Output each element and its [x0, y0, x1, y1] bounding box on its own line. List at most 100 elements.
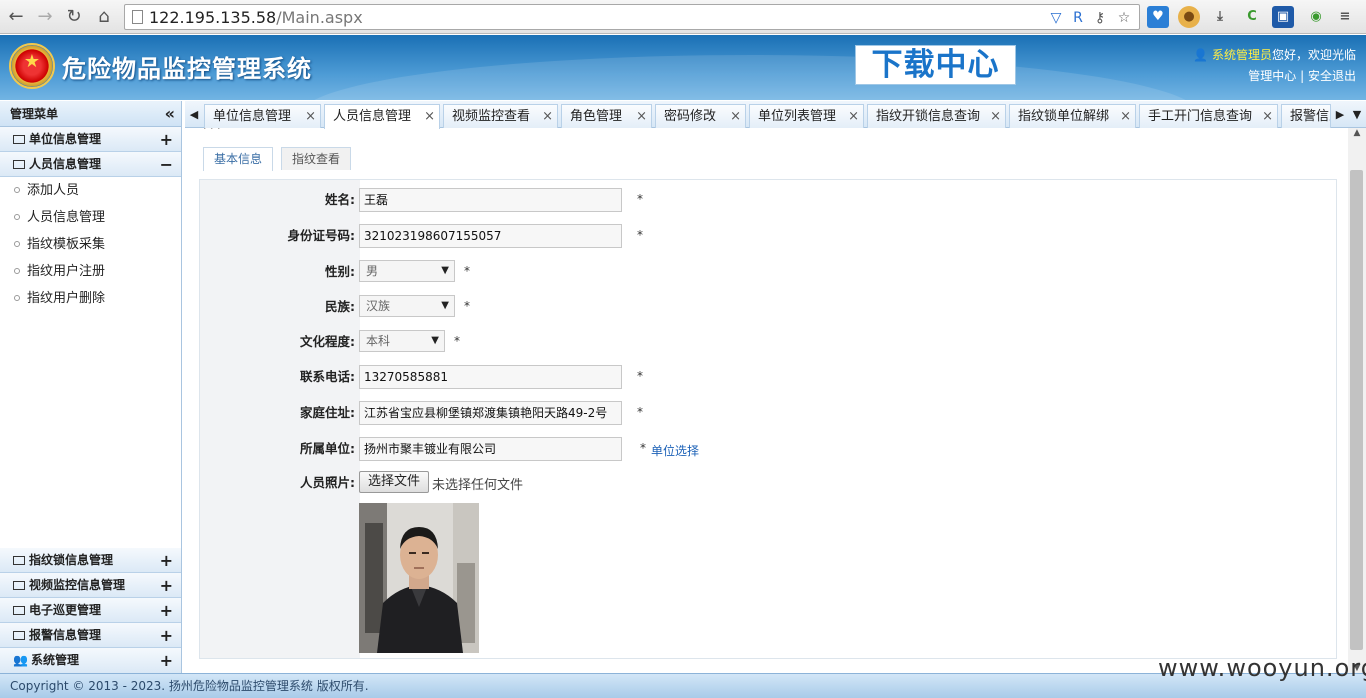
sidebar-section-video[interactable]: 视频监控信息管理 + — [0, 573, 181, 598]
home-icon[interactable]: ⌂ — [92, 5, 116, 29]
sidebar-section-fingerprint-lock[interactable]: 指纹锁信息管理 + — [0, 548, 181, 573]
admin-center-link[interactable]: 管理中心 — [1248, 69, 1296, 83]
sidebar-title: 管理菜单 « — [0, 101, 181, 127]
form-row-id: 身份证号码: 321023198607155057 * — [200, 224, 1200, 248]
tab-manual-open-query[interactable]: 手工开门信息查询 × — [1139, 104, 1278, 128]
required-mark: * — [464, 264, 470, 278]
tab-video-monitor[interactable]: 视频监控查看 × — [443, 104, 558, 128]
collapse-icon[interactable]: « — [165, 101, 175, 127]
forward-arrow-icon[interactable]: → — [33, 5, 57, 29]
reader-icon[interactable]: R — [1069, 9, 1087, 27]
unit-select-link[interactable]: 单位选择 — [651, 442, 699, 459]
close-icon[interactable]: × — [848, 105, 859, 128]
sidebar-item-fingerprint-delete[interactable]: 指纹用户删除 — [0, 285, 181, 312]
c-extension-icon[interactable]: C — [1241, 6, 1263, 28]
expand-icon[interactable]: + — [160, 573, 173, 598]
sidebar-item-personnel-info[interactable]: 人员信息管理 — [0, 204, 181, 231]
sidebar-item-fingerprint-template[interactable]: 指纹模板采集 — [0, 231, 181, 258]
scroll-up-icon[interactable]: ▲ — [1348, 128, 1366, 138]
person-photo-image — [359, 503, 479, 653]
bookmark-star-icon[interactable]: ☆ — [1115, 9, 1133, 27]
phone-input[interactable]: 13270585881 — [359, 365, 622, 389]
monitor-icon — [13, 581, 25, 590]
close-icon[interactable]: × — [1262, 105, 1273, 128]
scrollbar-thumb[interactable] — [1350, 170, 1363, 650]
close-icon[interactable]: × — [636, 105, 647, 128]
download-tray-icon[interactable]: ⤓ — [1209, 6, 1231, 28]
back-arrow-icon[interactable]: ← — [4, 5, 28, 29]
chevron-down-icon: ▼ — [441, 265, 449, 276]
tab-fingerprint-view[interactable]: 指纹查看 — [281, 147, 352, 170]
expand-icon[interactable]: + — [160, 548, 173, 573]
watermark: www.wooyun.org — [1158, 654, 1366, 682]
sidebar-item-fingerprint-register[interactable]: 指纹用户注册 — [0, 258, 181, 285]
person-form: 姓名: 王磊 * 身份证号码: 321023198607155057 * 性别:… — [199, 179, 1337, 659]
sidebar-section-alarm[interactable]: 报警信息管理 + — [0, 623, 181, 648]
tab-unit-list[interactable]: 单位列表管理 × — [749, 104, 864, 128]
sidebar-item-add-person[interactable]: 添加人员 — [0, 177, 181, 204]
app-header: ★ 危险物品监控管理系统 下载中心 👤 系统管理员您好，欢迎光临 管理中心 | … — [0, 35, 1366, 100]
required-mark: * — [637, 228, 643, 242]
collapse-section-icon[interactable]: − — [160, 152, 173, 177]
close-icon[interactable]: × — [730, 105, 741, 128]
form-row-unit: 所属单位: 扬州市聚丰镀业有限公司 * 单位选择 — [200, 437, 1200, 461]
tab-basic-info[interactable]: 基本信息 — [203, 147, 274, 171]
chevron-down-icon: ▼ — [441, 300, 449, 311]
download-center-button[interactable]: 下载中心 — [855, 45, 1016, 85]
address-bar[interactable]: 122.195.135.58/Main.aspx ▽ R ⚷ ☆ — [124, 4, 1140, 30]
menu-icon[interactable]: ≡ — [1334, 6, 1356, 28]
close-icon[interactable]: × — [305, 105, 316, 128]
expand-icon[interactable]: + — [160, 623, 173, 648]
shield-icon[interactable]: ▽ — [1047, 9, 1065, 27]
expand-icon[interactable]: + — [160, 648, 173, 673]
tab-scroll-left-icon[interactable]: ◀ — [185, 101, 203, 128]
tab-role-management[interactable]: 角色管理 × — [561, 104, 652, 128]
cookie-icon[interactable]: ● — [1178, 6, 1200, 28]
tab-list-dropdown-icon[interactable]: ▼ — [1348, 101, 1366, 128]
education-select[interactable]: 本科 ▼ — [359, 330, 445, 352]
link-separator: | — [1300, 69, 1305, 83]
logout-link[interactable]: 安全退出 — [1308, 69, 1356, 83]
id-number-input[interactable]: 321023198607155057 — [359, 224, 622, 248]
url-text: 122.195.135.58/Main.aspx — [149, 8, 363, 27]
sidebar-submenu: 添加人员 人员信息管理 指纹模板采集 指纹用户注册 指纹用户删除 — [0, 177, 181, 557]
tab-unit-info[interactable]: 单位信息管理 × — [204, 104, 321, 128]
sidebar-section-personnel[interactable]: 人员信息管理 − — [0, 152, 181, 177]
tab-scroll-right-icon[interactable]: ▶ — [1331, 101, 1349, 128]
extension-icon[interactable]: ♥ — [1147, 6, 1169, 28]
close-icon[interactable]: × — [990, 105, 1001, 128]
form-row-education: 文化程度: 本科 ▼ * — [200, 330, 1200, 354]
form-row-ethnic: 民族: 汉族 ▼ * — [200, 295, 1200, 319]
address-input[interactable]: 江苏省宝应县柳堡镇郑渡集镇艳阳天路49-2号 — [359, 401, 622, 425]
ethnic-select[interactable]: 汉族 ▼ — [359, 295, 455, 317]
reload-icon[interactable]: ↻ — [62, 5, 86, 29]
key-icon[interactable]: ⚷ — [1091, 9, 1109, 27]
education-label: 文化程度: — [300, 334, 355, 349]
expand-icon[interactable]: + — [160, 598, 173, 623]
tab-password-change[interactable]: 密码修改 × — [655, 104, 746, 128]
required-mark: * — [464, 299, 470, 313]
status-extension-icon[interactable]: ◉ — [1305, 6, 1327, 28]
close-icon[interactable]: × — [424, 105, 435, 128]
sidebar-section-patrol[interactable]: 电子巡更管理 + — [0, 598, 181, 623]
close-icon[interactable]: × — [542, 105, 553, 128]
sidebar-section-unit[interactable]: 单位信息管理 + — [0, 127, 181, 152]
tab-fingerprint-unbind[interactable]: 指纹锁单位解绑 × — [1009, 104, 1136, 128]
choose-file-button[interactable]: 选择文件 — [359, 471, 430, 493]
chevron-down-icon: ▼ — [431, 335, 439, 346]
tab-fingerprint-unlock-query[interactable]: 指纹开锁信息查询 × — [867, 104, 1006, 128]
app-extension-icon[interactable]: ▣ — [1272, 6, 1294, 28]
close-icon[interactable]: × — [1120, 105, 1131, 128]
id-number-label: 身份证号码: — [287, 228, 356, 243]
gender-label: 性别: — [325, 264, 355, 279]
content-scrollbar[interactable]: ▲ ▼ — [1348, 128, 1366, 673]
gender-select[interactable]: 男 ▼ — [359, 260, 455, 282]
expand-icon[interactable]: + — [160, 127, 173, 152]
no-file-text: 未选择任何文件 — [432, 478, 524, 493]
tab-personnel-info[interactable]: 人员信息管理 × — [324, 104, 440, 129]
name-input[interactable]: 王磊 — [359, 188, 622, 212]
sidebar-section-system[interactable]: 👥 系统管理 + — [0, 648, 181, 673]
tab-alarm-info[interactable]: 报警信息 — [1281, 104, 1331, 128]
unit-input[interactable]: 扬州市聚丰镀业有限公司 — [359, 437, 622, 461]
required-mark: * — [637, 369, 643, 383]
